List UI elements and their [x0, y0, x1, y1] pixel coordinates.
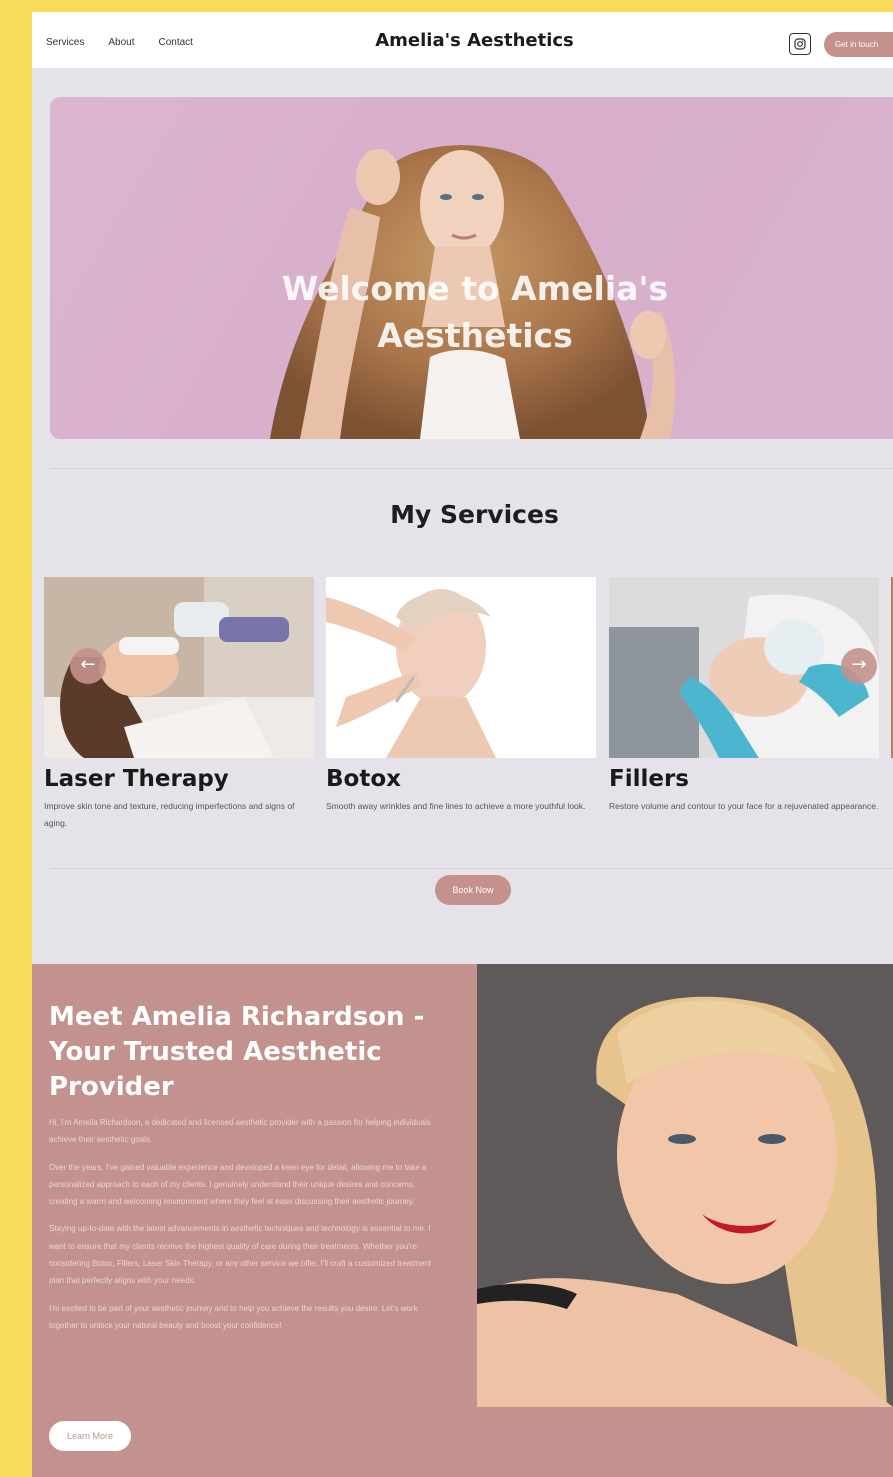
service-title: Fillers	[609, 766, 689, 792]
hero-title: Welcome to Amelia's Aesthetics	[281, 269, 669, 355]
website-page: Services About Contact Amelia's Aestheti…	[32, 12, 893, 1477]
amelia-photo	[477, 964, 893, 1407]
about-section: Meet Amelia Richardson - Your Trusted Ae…	[32, 964, 893, 1477]
instagram-icon[interactable]	[789, 33, 811, 55]
section-divider	[50, 468, 893, 469]
fillers-image	[609, 577, 879, 758]
service-description: Restore volume and contour to your face …	[609, 801, 879, 811]
about-text: Hi, I'm Amelia Richardson, a dedicated a…	[49, 1114, 434, 1344]
about-paragraph: I'm excited to be part of your aesthetic…	[49, 1303, 418, 1330]
botox-image	[326, 577, 596, 758]
about-paragraph: Staying up-to-date with the latest advan…	[49, 1224, 432, 1286]
book-now-button[interactable]: Book Now	[435, 875, 511, 905]
service-description: Improve skin tone and texture, reducing …	[44, 801, 295, 828]
site-brand[interactable]: Amelia's Aesthetics	[32, 30, 893, 51]
hero-banner: Welcome to Amelia's Aesthetics	[50, 97, 893, 439]
about-title: Meet Amelia Richardson - Your Trusted Ae…	[49, 1002, 425, 1102]
about-paragraph: Hi, I'm Amelia Richardson, a dedicated a…	[49, 1118, 431, 1145]
about-paragraph: Over the years, I've gained valuable exp…	[49, 1162, 427, 1207]
service-card-botox[interactable]: Botox Smooth away wrinkles and fine line…	[326, 577, 596, 815]
services-title: My Services	[390, 500, 559, 529]
learn-more-button[interactable]: Learn More	[49, 1421, 131, 1451]
section-divider	[50, 868, 893, 869]
arrow-left-icon[interactable]: ←	[70, 648, 106, 684]
service-card-fillers[interactable]: Fillers Restore volume and contour to yo…	[609, 577, 879, 815]
service-title: Laser Therapy	[44, 766, 229, 792]
site-header: Services About Contact Amelia's Aestheti…	[32, 12, 893, 68]
arrow-right-icon[interactable]: →	[841, 648, 877, 684]
service-card-laser[interactable]: Laser Therapy Improve skin tone and text…	[44, 577, 314, 832]
service-description: Smooth away wrinkles and fine lines to a…	[326, 801, 586, 811]
service-title: Botox	[326, 766, 401, 792]
get-in-touch-button[interactable]: Get in touch	[824, 32, 893, 57]
